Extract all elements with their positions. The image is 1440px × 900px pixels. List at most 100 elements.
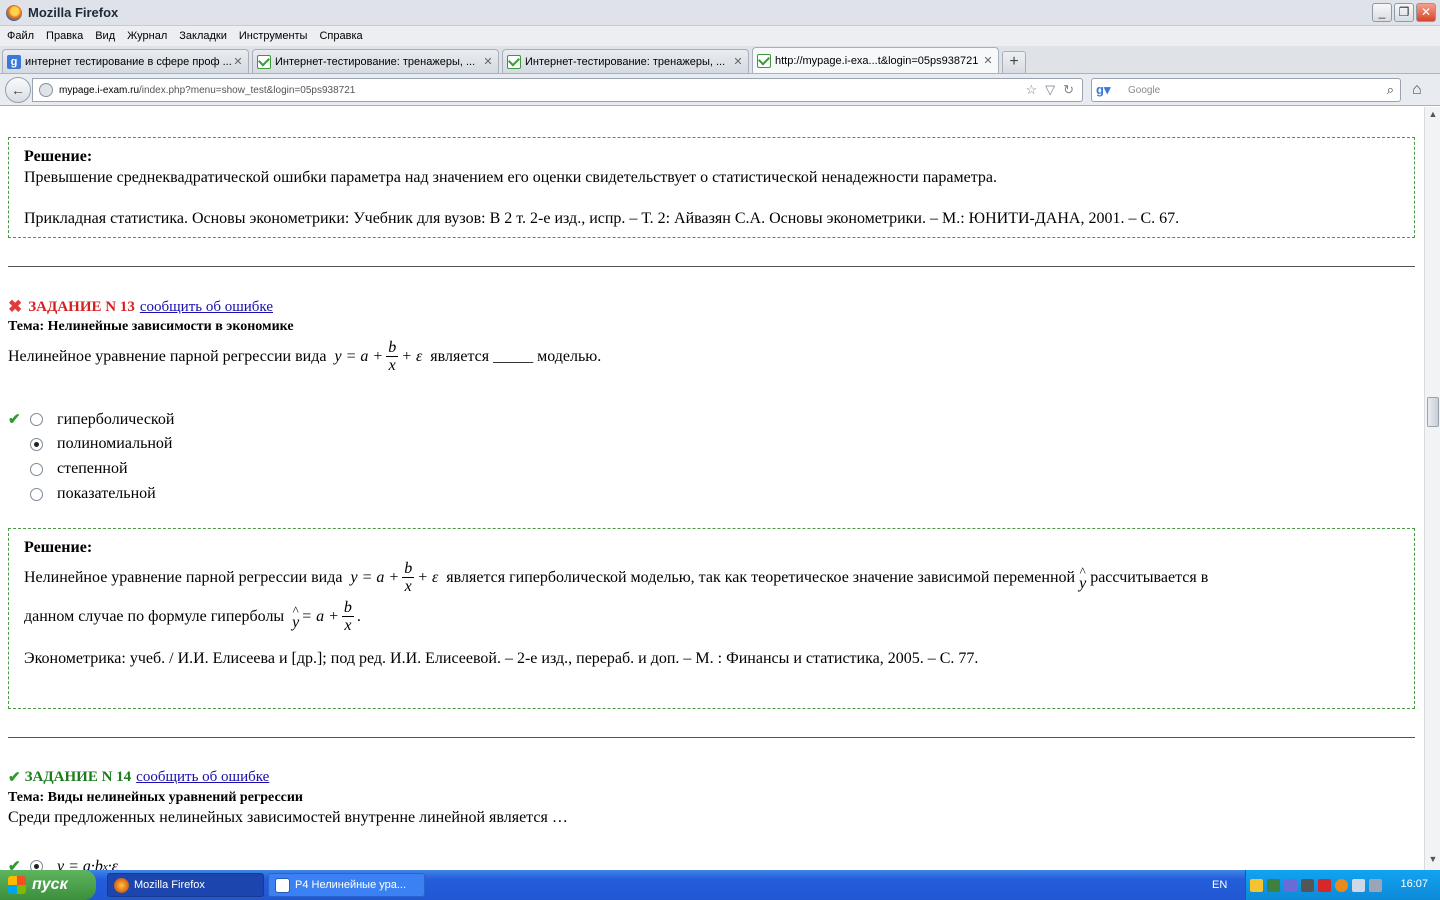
option-label: степенной [57, 460, 128, 477]
regression-formula: y = a + b x + ε [334, 339, 423, 374]
system-tray: 16:07 [1245, 870, 1440, 900]
option-exponential[interactable]: показательной [8, 485, 156, 503]
close-window-button[interactable]: ✕ [1416, 3, 1436, 22]
correct-answer-check-icon: ✔ [8, 770, 21, 786]
windows-taskbar: пуск Mozilla Firefox P4 Нелинейные ура..… [0, 870, 1440, 900]
correct-answer-check-icon: ✔ [8, 859, 21, 870]
tab-4-active[interactable]: http://mypage.i-exa...t&login=05ps938721… [752, 47, 999, 73]
wrong-answer-icon: ✖ [8, 297, 23, 316]
menu-tools[interactable]: Инструменты [234, 30, 313, 42]
network-icon[interactable] [1369, 878, 1382, 892]
restore-button[interactable]: ❐ [1394, 3, 1414, 22]
hyperbola-formula: ^ y = a + b x. [292, 599, 361, 634]
tray-app-icon[interactable] [1284, 878, 1297, 892]
language-indicator[interactable]: EN [1212, 879, 1227, 891]
report-error-link[interactable]: сообщить об ошибке [136, 769, 269, 786]
home-icon[interactable]: ⌂ [1412, 81, 1422, 99]
search-icon[interactable]: ⌕ [1387, 82, 1394, 98]
new-tab-button[interactable]: + [1002, 51, 1026, 73]
tab-2[interactable]: Интернет-тестирование: тренажеры, ... ✕ [252, 49, 499, 73]
radio-button-selected[interactable] [30, 437, 43, 451]
menu-help[interactable]: Справка [314, 30, 367, 42]
menu-edit[interactable]: Правка [41, 30, 88, 42]
tray-app-icon[interactable] [1301, 878, 1314, 892]
task-13-question: Нелинейное уравнение парной регрессии ви… [8, 339, 602, 374]
document-icon [275, 877, 290, 893]
close-tab-icon[interactable]: ✕ [732, 55, 744, 68]
envelope-check-icon [257, 54, 271, 69]
tray-app-icon[interactable] [1318, 878, 1331, 892]
minimize-button[interactable]: _ [1372, 3, 1392, 22]
tray-app-icon[interactable] [1250, 878, 1263, 892]
search-engine-google-icon[interactable]: g▾ [1096, 82, 1112, 98]
tab-label: Интернет-тестирование: тренажеры, ... [275, 55, 476, 68]
task-13-topic: Тема: Нелинейные зависимости в экономике [8, 319, 294, 334]
scrollbar-thumb[interactable] [1427, 397, 1439, 427]
vertical-scrollbar[interactable]: ▲ ▼ [1424, 107, 1440, 870]
option-label: гиперболической [57, 410, 175, 428]
radio-button[interactable] [30, 413, 43, 426]
google-icon: g [7, 54, 21, 69]
volume-icon[interactable] [1352, 878, 1365, 892]
option-polynomial[interactable]: полиномиальной [8, 435, 173, 453]
task-14-option-1[interactable]: ✔ y = a·b x ·ε [8, 857, 118, 870]
tab-label: Интернет-тестирование: тренажеры, ... [525, 55, 726, 68]
task-14-question: Среди предложенных нелинейных зависимост… [8, 809, 568, 826]
url-bar[interactable]: mypage.i-exam.ru/index.php?menu=show_tes… [32, 78, 1083, 102]
y-hat-symbol: ^ y [1079, 563, 1087, 592]
radio-button-selected[interactable] [30, 860, 43, 870]
taskbar-item-firefox[interactable]: Mozilla Firefox [107, 873, 264, 897]
solution-reference: Прикладная статистика. Основы эконометри… [24, 210, 1180, 227]
divider [8, 737, 1415, 738]
envelope-check-icon [507, 54, 521, 69]
option-hyperbolic[interactable]: ✔ гиперболической [8, 410, 174, 429]
option-power[interactable]: степенной [8, 460, 128, 478]
regression-formula: y = a + b x + ε [350, 560, 439, 595]
close-tab-icon[interactable]: ✕ [982, 54, 994, 67]
envelope-check-icon [757, 53, 771, 68]
solution-reference: Эконометрика: учеб. / И.И. Елисеева и [д… [24, 650, 979, 667]
option-label: полиномиальной [57, 435, 173, 452]
menu-history[interactable]: Журнал [122, 30, 172, 42]
tab-3[interactable]: Интернет-тестирование: тренажеры, ... ✕ [502, 49, 749, 73]
menu-bookmarks[interactable]: Закладки [174, 30, 232, 42]
firefox-logo-icon [114, 877, 129, 893]
radio-button[interactable] [30, 487, 43, 501]
tray-app-icon[interactable] [1267, 878, 1280, 892]
search-input[interactable]: Google [1128, 85, 1387, 96]
solution-heading: Решение: [24, 148, 93, 165]
tray-app-icon[interactable] [1335, 878, 1348, 892]
task-14-header: ✔ ЗАДАНИЕ N 14 сообщить об ошибке [8, 768, 269, 787]
window-title: Mozilla Firefox [28, 5, 119, 20]
close-tab-icon[interactable]: ✕ [232, 55, 244, 68]
option-formula: y = a·b x ·ε [57, 857, 119, 871]
report-error-link[interactable]: сообщить об ошибке [140, 299, 273, 316]
radio-button[interactable] [30, 462, 43, 476]
task-14-topic: Тема: Виды нелинейных уравнений регресси… [8, 790, 303, 805]
menu-bar: Файл Правка Вид Журнал Закладки Инструме… [0, 26, 1440, 46]
scroll-up-arrow-icon[interactable]: ▲ [1427, 109, 1439, 123]
scroll-down-arrow-icon[interactable]: ▼ [1427, 854, 1439, 868]
start-button[interactable]: пуск [0, 870, 96, 900]
tab-strip: g интернет тестирование в сфере проф ...… [0, 46, 1440, 74]
taskbar-item-document[interactable]: P4 Нелинейные ура... [268, 873, 425, 897]
windows-logo-icon [8, 876, 26, 894]
menu-view[interactable]: Вид [90, 30, 120, 42]
task-13-solution-box: Решение: Нелинейное уравнение парной рег… [8, 528, 1415, 709]
search-bar[interactable]: g▾ Google ⌕ [1091, 78, 1401, 102]
solution-heading: Решение: [24, 539, 93, 556]
tab-label: интернет тестирование в сфере проф ... [25, 55, 232, 68]
reload-icon[interactable]: ↻ [1063, 82, 1074, 98]
url-dropdown-icon[interactable]: ▽ [1045, 82, 1055, 98]
back-button[interactable]: ← [5, 76, 31, 103]
tab-1[interactable]: g интернет тестирование в сфере проф ...… [2, 49, 249, 73]
task-13-header: ✖ ЗАДАНИЕ N 13 сообщить об ошибке [8, 297, 273, 317]
menu-file[interactable]: Файл [2, 30, 39, 42]
close-tab-icon[interactable]: ✕ [482, 55, 494, 68]
clock[interactable]: 16:07 [1400, 878, 1428, 890]
tab-label: http://mypage.i-exa...t&login=05ps938721 [775, 54, 979, 67]
previous-solution-box: Решение: Превышение среднеквадратической… [8, 137, 1415, 238]
url-text[interactable]: mypage.i-exam.ru/index.php?menu=show_tes… [59, 85, 1025, 96]
task-13-title: ЗАДАНИЕ N 13 [28, 298, 135, 315]
bookmark-star-icon[interactable]: ☆ [1025, 82, 1037, 98]
